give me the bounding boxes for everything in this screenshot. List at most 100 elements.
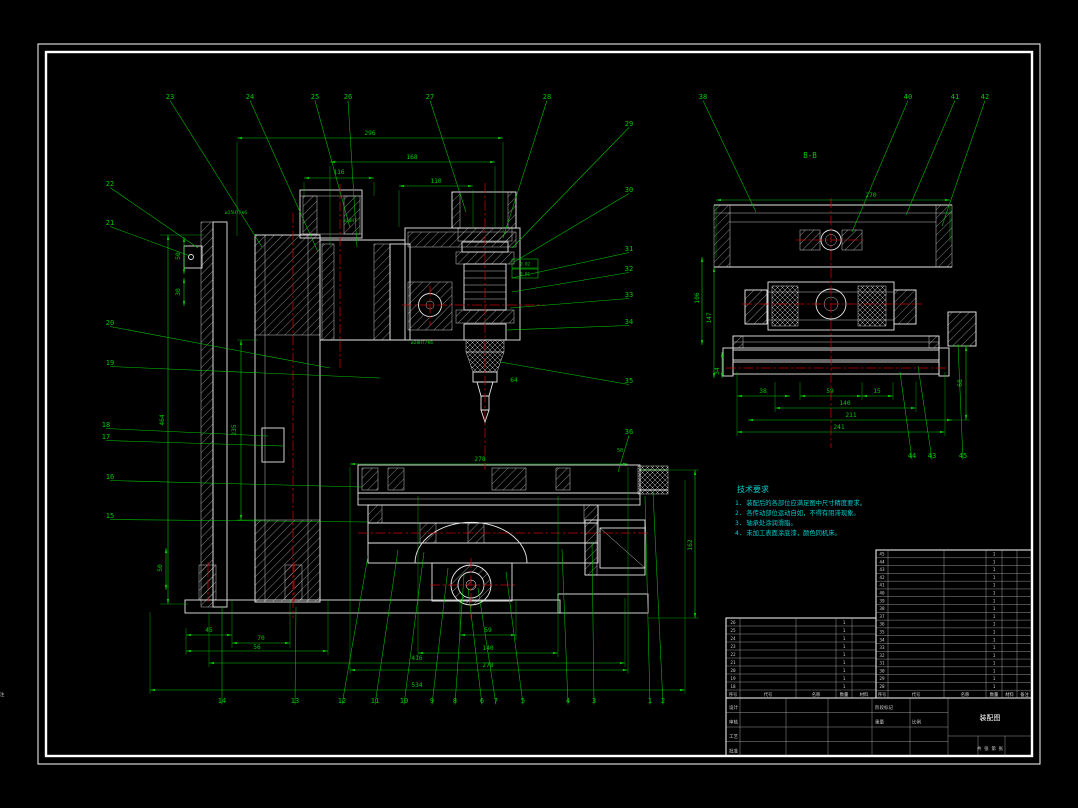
callout-leader — [374, 549, 399, 705]
callout-number: 17 — [102, 433, 110, 441]
callout-leader — [851, 100, 909, 233]
weight-label: 重量 — [875, 719, 884, 726]
callout-number: 38 — [699, 93, 707, 101]
bom-seq: 29 — [879, 676, 885, 682]
sheet-frame — [37, 43, 1041, 765]
bom-header: 代号 — [764, 691, 773, 698]
bom-seq: 21 — [730, 660, 736, 666]
bom-header: 数量 — [840, 691, 849, 698]
bom-qty: 1 — [993, 583, 996, 589]
bom-seq: 23 — [730, 644, 736, 650]
bom-qty: 1 — [843, 644, 846, 650]
dimension-text: 64 — [510, 377, 518, 384]
bom-qty: 1 — [993, 629, 996, 635]
callout-number: 2 — [661, 697, 665, 705]
callout-number: 3 — [592, 697, 596, 705]
callout-number: 45 — [959, 452, 967, 460]
dimension-text: 59 — [484, 627, 492, 634]
section-label: B-B — [803, 151, 817, 160]
callout-leader — [431, 567, 449, 705]
callout-number: 43 — [928, 452, 936, 460]
callout-number: 25 — [311, 93, 319, 101]
sheet-note: 共 张 第 张 — [977, 745, 1004, 752]
bom-header: 备注 — [0, 691, 5, 698]
bom-seq: 32 — [879, 653, 885, 659]
bom-seq: 18 — [730, 684, 736, 690]
dimension-text: 296 — [364, 130, 375, 137]
bom-seq: 26 — [730, 620, 736, 626]
saddle-lower — [367, 542, 599, 564]
bom-seq: 20 — [730, 668, 736, 674]
callout-number: 29 — [625, 120, 633, 128]
dimension-text: 278 — [474, 456, 485, 463]
dimension-text: 464 — [159, 414, 166, 425]
callout-number: 23 — [166, 93, 174, 101]
callout-leader — [105, 440, 285, 447]
callout-number: 13 — [291, 697, 299, 705]
bom-header: 名称 — [812, 691, 821, 698]
callout-number: 22 — [106, 180, 114, 188]
bom-seq: 38 — [879, 606, 885, 612]
bom-header: 序号 — [878, 691, 887, 698]
callout-number: 5 — [521, 697, 525, 705]
callout-leader — [644, 495, 651, 705]
callout-number: 4 — [566, 697, 570, 705]
dimension-text: 116 — [333, 169, 344, 176]
bom-header: 序号 — [729, 691, 738, 698]
bom-qty: 1 — [993, 637, 996, 643]
callout-leader — [941, 100, 986, 227]
callout-number: 6 — [480, 697, 484, 705]
callout-number: 26 — [344, 93, 352, 101]
bom-seq: 45 — [879, 552, 885, 558]
bom-right — [875, 549, 1033, 699]
tech-requirement-line: 2. 各传动部位运动自如，不得有阻滞现象。 — [735, 508, 860, 517]
callout-number: 28 — [543, 93, 551, 101]
tech-requirement-line: 4. 未加工表面涂底漆，颜色同机床。 — [735, 528, 841, 537]
dimension-text: ø20H7/k6 — [411, 340, 433, 346]
callout-number: 42 — [981, 93, 989, 101]
dimension-text: 140 — [839, 400, 850, 407]
dimension-text: 147 — [706, 312, 713, 323]
callout-number: 40 — [904, 93, 912, 101]
bom-qty: 1 — [843, 676, 846, 682]
callout-leader — [341, 555, 369, 705]
callout-number: 24 — [246, 93, 254, 101]
bom-seq: 31 — [879, 661, 885, 667]
dimension-text: 235 — [231, 424, 238, 435]
tech-requirements-title: 技术要求 — [737, 484, 769, 494]
dimension-text: 0.01 — [520, 272, 531, 277]
bom-seq: 43 — [879, 567, 885, 573]
side-block — [183, 245, 203, 269]
bom-qty: 1 — [993, 559, 996, 565]
callout-number: 8 — [453, 697, 457, 705]
bom-qty: 1 — [843, 684, 846, 690]
saddle-upper — [367, 504, 599, 524]
callout-leader — [957, 343, 964, 460]
sign-label: 批准 — [729, 748, 738, 755]
callout-leader — [917, 365, 933, 460]
callout-number: 44 — [908, 452, 916, 460]
dimension-text: 270 — [865, 192, 876, 199]
rail-mid — [732, 349, 940, 361]
bom-qty: 1 — [843, 660, 846, 666]
bom-header: 材料 — [860, 691, 869, 698]
dimension-text: 140 — [482, 645, 493, 652]
callout-leader — [502, 100, 548, 239]
bom-qty: 1 — [993, 591, 996, 597]
column-nut — [261, 427, 285, 463]
callout-number: 30 — [625, 186, 633, 194]
bom-qty: 1 — [843, 636, 846, 642]
callout-number: 27 — [426, 93, 434, 101]
rail-endcap-right — [938, 347, 950, 377]
sign-label: 设计 — [729, 704, 738, 711]
bom-qty: 1 — [993, 606, 996, 612]
callout-leader — [509, 298, 630, 309]
dimension-text: 70 — [257, 635, 265, 642]
dimension-text: 50 — [617, 448, 623, 454]
stage-label: 阶段标记 — [875, 704, 893, 711]
base-extension — [557, 593, 649, 614]
tech-requirement-line: 1. 装配后的各部位应满足图中尺寸精度要求。 — [735, 498, 866, 507]
cad-drawing-sheet: B-B 技术要求 23 24 25 26 27 28 29 30 31 32 33 34 35 36 22 2… — [0, 0, 1078, 808]
bom-seq: 30 — [879, 668, 885, 674]
bom-seq: 25 — [730, 628, 736, 634]
